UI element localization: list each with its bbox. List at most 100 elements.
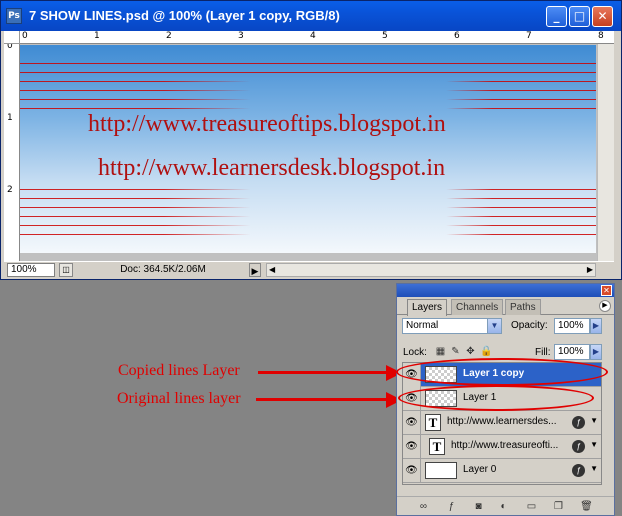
photoshop-document-icon: Ps bbox=[6, 8, 22, 24]
layer-row-layer-0[interactable]: 👁 Layer 0 ƒ ▼ bbox=[403, 459, 601, 483]
layer-name: http://www.treasureofti... bbox=[451, 440, 559, 451]
lock-all-icon[interactable]: 🔒 bbox=[480, 346, 492, 357]
palette-tabs: Layers Channels Paths ▶ bbox=[397, 297, 614, 316]
ruler-number: 7 bbox=[526, 31, 532, 41]
preview-icon[interactable]: ◫ bbox=[59, 263, 73, 277]
ruler-number: 5 bbox=[382, 31, 388, 41]
ruler-number: 8 bbox=[598, 31, 604, 41]
document-window: Ps 7 SHOW LINES.psd @ 100% (Layer 1 copy… bbox=[0, 0, 622, 280]
eye-icon[interactable]: 👁 bbox=[403, 411, 421, 435]
chevron-down-icon[interactable]: ▼ bbox=[487, 319, 501, 333]
red-line bbox=[20, 198, 596, 199]
new-layer-icon[interactable]: ❐ bbox=[552, 500, 565, 513]
fx-icon[interactable]: ƒ bbox=[572, 440, 585, 453]
fill-label: Fill: bbox=[535, 347, 551, 358]
title-bar[interactable]: Ps 7 SHOW LINES.psd @ 100% (Layer 1 copy… bbox=[1, 1, 621, 31]
status-bar: 100% ◫ Doc: 364.5K/2.06M ▶ ◀ ▶ bbox=[4, 261, 614, 278]
ruler-number: 1 bbox=[7, 113, 13, 123]
red-line bbox=[20, 81, 596, 82]
new-group-icon[interactable]: ▭ bbox=[525, 500, 538, 513]
ruler-number: 2 bbox=[7, 185, 13, 195]
ruler-number: 0 bbox=[22, 31, 28, 41]
red-line bbox=[20, 234, 596, 235]
url-text-treasureoftips: http://www.treasureoftips.blogspot.in bbox=[88, 111, 446, 137]
tab-layers[interactable]: Layers bbox=[407, 299, 448, 316]
layer-thumbnail bbox=[425, 462, 457, 479]
horizontal-scrollbar[interactable]: ◀ ▶ bbox=[266, 263, 596, 277]
lock-label: Lock: bbox=[403, 347, 427, 358]
status-menu-arrow-icon[interactable]: ▶ bbox=[249, 263, 261, 277]
maximize-button[interactable]: □ bbox=[569, 6, 590, 27]
annotation-arrow bbox=[256, 398, 388, 401]
fill-arrow-icon[interactable]: ▶ bbox=[590, 344, 602, 360]
expand-effects-icon[interactable]: ▼ bbox=[590, 464, 598, 473]
lock-transparent-icon[interactable]: ▦ bbox=[435, 346, 446, 357]
ruler-number: 2 bbox=[166, 31, 172, 41]
tab-channels[interactable]: Channels bbox=[451, 299, 504, 315]
opacity-field[interactable]: 100% bbox=[554, 318, 590, 334]
lock-brush-icon[interactable]: ✎ bbox=[450, 346, 461, 357]
adjustment-layer-icon[interactable]: ◐ bbox=[497, 500, 510, 513]
horizontal-ruler[interactable]: 0 1 2 3 4 5 6 7 8 bbox=[20, 31, 614, 44]
red-line bbox=[20, 108, 596, 109]
text-layer-icon: T bbox=[429, 438, 445, 455]
palette-title-bar[interactable]: ✕ bbox=[397, 284, 614, 297]
annotation-arrow bbox=[258, 371, 388, 374]
red-line bbox=[20, 72, 596, 73]
palette-close-icon[interactable]: ✕ bbox=[601, 285, 612, 296]
trash-icon[interactable]: 🗑 bbox=[580, 500, 593, 513]
mask-icon[interactable]: ◙ bbox=[472, 500, 485, 513]
vertical-ruler[interactable]: 0 1 2 bbox=[4, 44, 20, 261]
link-icon[interactable]: ∞ bbox=[417, 500, 430, 513]
fx-menu-icon[interactable]: ƒ bbox=[445, 500, 458, 513]
layer-name: http://www.learnersdes... bbox=[447, 416, 557, 427]
fill-field[interactable]: 100% bbox=[554, 344, 590, 360]
vertical-scrollbar[interactable] bbox=[597, 44, 614, 261]
blend-mode-value: Normal bbox=[406, 320, 439, 331]
annotation-original-lines: Original lines layer bbox=[117, 390, 241, 407]
blend-mode-select[interactable]: Normal ▼ bbox=[402, 318, 502, 334]
annotation-copied-lines: Copied lines Layer bbox=[118, 362, 240, 379]
document-canvas[interactable]: http://www.treasureoftips.blogspot.in ht… bbox=[20, 45, 596, 253]
close-button[interactable]: ✕ bbox=[592, 6, 613, 27]
red-line bbox=[20, 216, 596, 217]
opacity-label: Opacity: bbox=[511, 320, 548, 331]
expand-effects-icon[interactable]: ▼ bbox=[590, 440, 598, 449]
ruler-number: 6 bbox=[454, 31, 460, 41]
fx-icon[interactable]: ƒ bbox=[572, 464, 585, 477]
tab-paths[interactable]: Paths bbox=[505, 299, 541, 315]
opacity-arrow-icon[interactable]: ▶ bbox=[590, 318, 602, 334]
layer-row-learnersdesk-text[interactable]: 👁 T http://www.learnersdes... ƒ ▼ bbox=[403, 411, 601, 435]
minimize-button[interactable]: _ bbox=[546, 6, 567, 27]
doc-size-info: Doc: 364.5K/2.06M bbox=[120, 264, 206, 275]
red-line bbox=[20, 189, 596, 190]
ruler-number: 1 bbox=[94, 31, 100, 41]
eye-icon[interactable]: 👁 bbox=[403, 459, 421, 483]
ruler-origin[interactable] bbox=[4, 31, 20, 44]
red-line bbox=[20, 225, 596, 226]
palette-bottom-bar: ∞ ƒ ◙ ◐ ▭ ❐ 🗑 bbox=[397, 496, 614, 515]
scroll-left-icon[interactable]: ◀ bbox=[269, 264, 275, 276]
zoom-field[interactable]: 100% bbox=[7, 263, 55, 277]
ruler-number: 3 bbox=[238, 31, 244, 41]
highlight-ellipse bbox=[396, 358, 608, 386]
palette-menu-icon[interactable]: ▶ bbox=[599, 300, 611, 312]
lock-move-icon[interactable]: ✥ bbox=[465, 346, 476, 357]
red-line bbox=[20, 207, 596, 208]
red-line bbox=[20, 63, 596, 64]
window-title: 7 SHOW LINES.psd @ 100% (Layer 1 copy, R… bbox=[29, 8, 340, 23]
highlight-ellipse bbox=[398, 385, 594, 411]
ruler-number: 0 bbox=[7, 44, 13, 51]
text-layer-icon: T bbox=[425, 414, 441, 431]
red-line bbox=[20, 90, 596, 91]
scroll-right-icon[interactable]: ▶ bbox=[587, 264, 593, 276]
expand-effects-icon[interactable]: ▼ bbox=[590, 416, 598, 425]
fx-icon[interactable]: ƒ bbox=[572, 416, 585, 429]
layer-row-treasureoftips-text[interactable]: 👁 T http://www.treasureofti... ƒ ▼ bbox=[403, 435, 601, 459]
canvas-area: http://www.treasureoftips.blogspot.in ht… bbox=[20, 44, 614, 261]
layer-name: Layer 0 bbox=[463, 464, 497, 475]
red-line bbox=[20, 99, 596, 100]
url-text-learnersdesk: http://www.learnersdesk.blogspot.in bbox=[98, 155, 446, 181]
ruler-number: 4 bbox=[310, 31, 316, 41]
eye-icon[interactable]: 👁 bbox=[403, 435, 421, 459]
